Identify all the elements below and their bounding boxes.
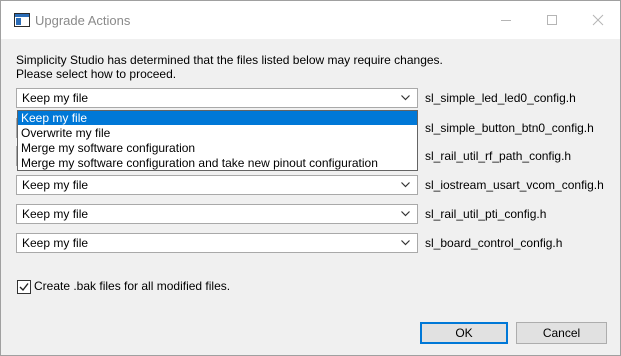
- message-line-1: Simplicity Studio has determined that th…: [16, 53, 443, 67]
- close-icon: [592, 14, 604, 26]
- file-name: sl_rail_util_pti_config.h: [425, 207, 547, 221]
- dropdown-option-label: Merge my software configuration: [21, 141, 196, 155]
- action-select-value: Keep my file: [22, 178, 89, 192]
- create-bak-label: Create .bak files for all modified files…: [34, 279, 231, 293]
- file-name: sl_simple_led_led0_config.h: [425, 91, 576, 105]
- file-name: sl_board_control_config.h: [425, 236, 563, 250]
- file-name: sl_rail_util_rf_path_config.h: [425, 149, 572, 163]
- chevron-down-icon: [401, 211, 410, 217]
- action-select-value: Keep my file: [22, 236, 89, 250]
- window-title: Upgrade Actions: [35, 13, 131, 28]
- action-select[interactable]: Keep my file: [16, 88, 418, 108]
- action-dropdown-list: Keep my file Overwrite my file Merge my …: [17, 110, 418, 171]
- create-bak-checkbox[interactable]: [17, 280, 31, 294]
- dropdown-option-label: Keep my file: [21, 111, 88, 125]
- chevron-down-icon: [401, 182, 410, 188]
- file-name: sl_simple_button_btn0_config.h: [425, 121, 594, 135]
- action-select-value: Keep my file: [22, 91, 89, 105]
- app-window-icon: [14, 13, 30, 27]
- chevron-down-icon: [401, 240, 410, 246]
- checkmark-icon: [19, 283, 29, 292]
- dropdown-option-overwrite[interactable]: Overwrite my file: [18, 126, 417, 140]
- dropdown-option-keep[interactable]: Keep my file: [18, 111, 417, 125]
- upgrade-actions-dialog: Upgrade Actions Simplicity Studio has de…: [0, 0, 621, 356]
- dropdown-option-merge[interactable]: Merge my software configuration: [18, 141, 417, 155]
- minimize-icon: [501, 20, 511, 21]
- maximize-button[interactable]: [529, 1, 575, 39]
- minimize-button[interactable]: [483, 1, 529, 39]
- dropdown-option-label: Merge my software configuration and take…: [21, 156, 378, 170]
- action-select[interactable]: Keep my file: [16, 233, 418, 253]
- message-line-2: Please select how to proceed.: [16, 67, 177, 81]
- maximize-icon: [547, 15, 557, 25]
- action-select[interactable]: Keep my file: [16, 204, 418, 224]
- dropdown-option-label: Overwrite my file: [21, 126, 111, 140]
- chevron-down-icon: [401, 95, 410, 101]
- action-select-value: Keep my file: [22, 207, 89, 221]
- ok-button[interactable]: OK: [420, 322, 508, 344]
- close-button[interactable]: [575, 1, 620, 39]
- action-select[interactable]: Keep my file: [16, 175, 418, 195]
- file-name: sl_iostream_usart_vcom_config.h: [425, 178, 604, 192]
- cancel-button[interactable]: Cancel: [516, 322, 607, 344]
- dropdown-option-merge-pinout[interactable]: Merge my software configuration and take…: [18, 156, 417, 170]
- title-bar: Upgrade Actions: [1, 1, 620, 39]
